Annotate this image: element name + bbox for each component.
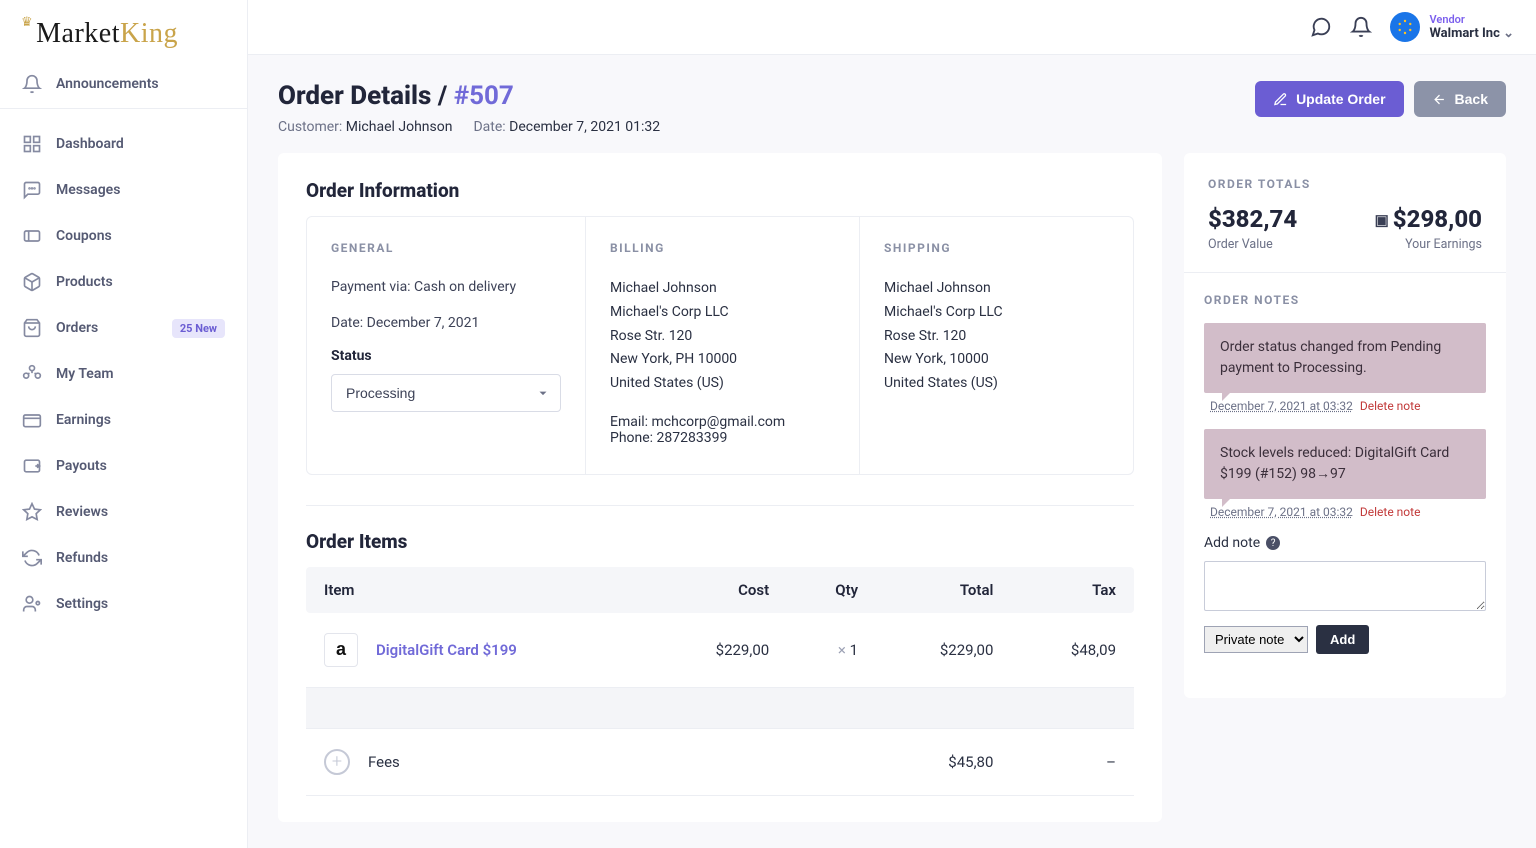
status-select[interactable]: Processing — [331, 374, 561, 412]
order-panel: Order Information GENERAL Payment via: C… — [278, 153, 1162, 822]
refresh-icon — [22, 548, 42, 568]
order-info-heading: Order Information — [278, 179, 1162, 216]
add-note-button[interactable]: Add — [1316, 625, 1369, 654]
fees-row: + Fees $45,80 – — [306, 728, 1134, 795]
sidebar-item-team[interactable]: My Team — [0, 351, 247, 397]
delete-note-link[interactable]: Delete note — [1360, 505, 1421, 519]
help-icon[interactable]: ? — [1266, 536, 1280, 550]
chevron-down-icon: ⌄ — [1503, 26, 1514, 41]
note-textarea[interactable] — [1204, 561, 1486, 611]
bell-icon[interactable] — [1350, 16, 1372, 38]
settings-icon — [22, 594, 42, 614]
sidebar-item-refunds[interactable]: Refunds — [0, 535, 247, 581]
order-sidebar: ORDER TOTALS $382,74 Order Value ▣$298,0… — [1184, 153, 1506, 698]
sidebar-item-settings[interactable]: Settings — [0, 581, 247, 627]
product-link[interactable]: DigitalGift Card $199 — [376, 641, 517, 659]
vendor-name: Walmart Inc — [1430, 26, 1500, 41]
order-number: #507 — [454, 81, 514, 111]
general-column: GENERAL Payment via: Cash on delivery Da… — [307, 217, 585, 474]
main: Vendor Walmart Inc ⌄ Order Details / #50… — [248, 0, 1536, 848]
product-thumb: a — [324, 633, 358, 667]
announcements-label: Announcements — [56, 76, 159, 92]
sidebar-item-orders[interactable]: Orders 25 New — [0, 305, 247, 351]
earnings-icon: ▣ — [1375, 211, 1389, 229]
ticket-icon — [22, 226, 42, 246]
message-icon — [22, 180, 42, 200]
logo[interactable]: ♛MarketKing — [0, 0, 247, 60]
page-title: Order Details / #507 — [278, 81, 660, 111]
orders-badge: 25 New — [172, 319, 225, 338]
delete-note-link[interactable]: Delete note — [1360, 399, 1421, 413]
grid-icon — [22, 134, 42, 154]
order-note: Order status changed from Pending paymen… — [1204, 323, 1486, 393]
back-button[interactable]: Back — [1414, 81, 1506, 117]
sidebar-announcements[interactable]: Announcements — [0, 60, 247, 109]
topbar: Vendor Walmart Inc ⌄ — [248, 0, 1536, 55]
arrow-left-icon — [1432, 92, 1447, 107]
billing-column: BILLING Michael Johnson Michael's Corp L… — [585, 217, 859, 474]
sidebar-item-payouts[interactable]: Payouts — [0, 443, 247, 489]
sidebar-item-earnings[interactable]: Earnings — [0, 397, 247, 443]
note-type-select[interactable]: Private note — [1204, 626, 1308, 653]
sidebar-item-messages[interactable]: Messages — [0, 167, 247, 213]
order-value-amount: $382,74 — [1208, 205, 1297, 233]
chat-icon[interactable] — [1310, 16, 1332, 38]
earnings-amount: $298,00 — [1393, 205, 1482, 233]
table-row: a DigitalGift Card $199 $229,00 × 1 $229… — [306, 613, 1134, 688]
sidebar: ♛MarketKing Announcements Dashboard Mess… — [0, 0, 248, 848]
spark-icon — [1396, 18, 1414, 36]
page-subline: Customer: Michael Johnson Date: December… — [278, 119, 660, 135]
payout-icon — [22, 456, 42, 476]
wallet-icon — [22, 410, 42, 430]
sidebar-item-coupons[interactable]: Coupons — [0, 213, 247, 259]
edit-icon — [1273, 92, 1288, 107]
plus-icon[interactable]: + — [324, 749, 350, 775]
vendor-switcher[interactable]: Vendor Walmart Inc ⌄ — [1390, 12, 1515, 42]
cart-icon — [22, 318, 42, 338]
shipping-column: SHIPPING Michael Johnson Michael's Corp … — [859, 217, 1133, 474]
update-order-button[interactable]: Update Order — [1255, 81, 1403, 117]
order-note: Stock levels reduced: DigitalGift Card $… — [1204, 429, 1486, 499]
vendor-role: Vendor — [1430, 13, 1515, 26]
sidebar-nav: Dashboard Messages Coupons Products Orde… — [0, 109, 247, 639]
star-icon — [22, 502, 42, 522]
sidebar-item-products[interactable]: Products — [0, 259, 247, 305]
order-items-heading: Order Items — [278, 530, 1162, 567]
bell-icon — [22, 74, 42, 94]
box-icon — [22, 272, 42, 292]
sidebar-item-dashboard[interactable]: Dashboard — [0, 121, 247, 167]
sidebar-item-reviews[interactable]: Reviews — [0, 489, 247, 535]
items-table: Item Cost Qty Total Tax — [306, 567, 1134, 796]
team-icon — [22, 364, 42, 384]
avatar — [1390, 12, 1420, 42]
